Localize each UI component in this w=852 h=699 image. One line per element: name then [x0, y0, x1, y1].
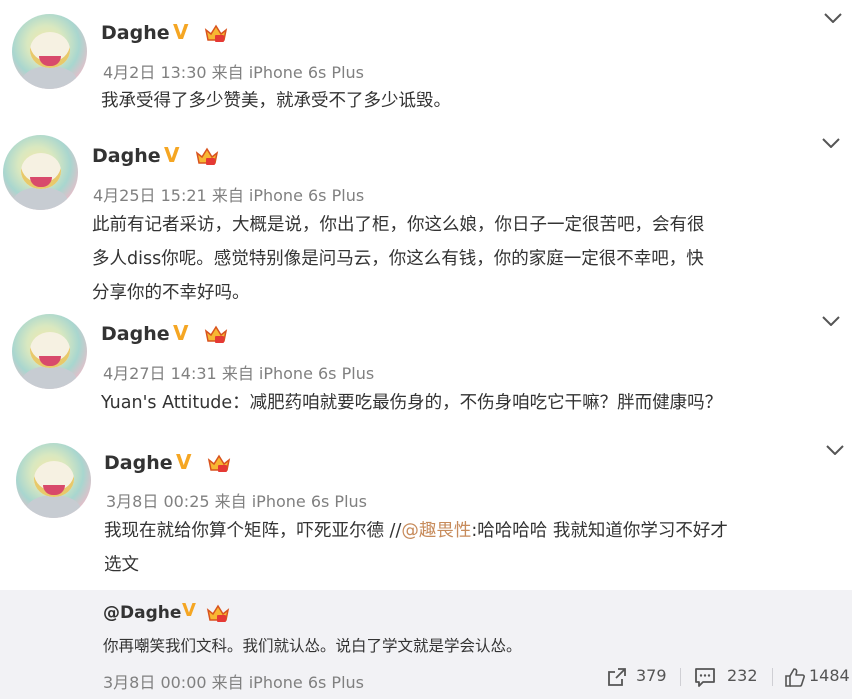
reposted-original: @Daghe V 你再嘲笑我们文科。我们就认怂。说白了学文就是学会认怂。 3月8… [0, 590, 852, 699]
avatar-body [22, 366, 77, 389]
crown-badge-icon[interactable] [205, 602, 231, 624]
share-count[interactable]: 379 [636, 666, 667, 685]
feed-post-4: Daghe V 3月8日 00:25 来自 iPhone 6s Plus 我现在… [0, 435, 852, 590]
like-icon[interactable] [784, 666, 806, 688]
chevron-down-icon[interactable] [826, 445, 844, 455]
verified-icon: V [164, 143, 180, 167]
post-text-suffix: :哈哈哈哈 我就知道你学习不好才 [471, 521, 728, 541]
feed-post-1: Daghe V 4月2日 13:30 来自 iPhone 6s Plus 我承受… [0, 0, 852, 130]
post-meta: 3月8日 00:25 来自 iPhone 6s Plus [106, 492, 367, 511]
post-text-line-2: 选文 [104, 555, 139, 575]
divider [680, 668, 681, 686]
crown-badge-icon[interactable] [203, 323, 229, 345]
share-icon[interactable] [606, 666, 628, 688]
mention-link[interactable]: @趣畏性 [401, 521, 471, 541]
avatar[interactable] [12, 314, 87, 389]
chevron-down-icon[interactable] [822, 316, 840, 326]
user-name[interactable]: Daghe [101, 323, 170, 345]
original-text: 你再嘲笑我们文科。我们就认怂。说白了学文就是学会认怂。 [103, 637, 522, 655]
user-name[interactable]: Daghe [101, 22, 170, 44]
post-text-prefix: 我现在就给你算个矩阵，吓死亚尔德 // [104, 521, 402, 541]
user-name[interactable]: Daghe [104, 452, 173, 474]
comment-icon[interactable] [694, 666, 716, 688]
chevron-down-icon[interactable] [824, 13, 842, 23]
like-count[interactable]: 1484 [809, 666, 850, 685]
post-meta: 4月25日 15:21 来自 iPhone 6s Plus [93, 186, 365, 205]
feed-post-3: Daghe V 4月27日 14:31 来自 iPhone 6s Plus Yu… [0, 310, 852, 435]
crown-badge-icon[interactable] [194, 145, 220, 167]
original-meta: 3月8日 00:00 来自 iPhone 6s Plus [103, 673, 364, 692]
post-text-line-3: 分享你的不幸好吗。 [92, 283, 250, 303]
avatar[interactable] [3, 135, 78, 210]
post-text: 我承受得了多少赞美，就承受不了多少诋毁。 [101, 91, 451, 111]
post-text-line-1: 此前有记者采访，大概是说，你出了柜，你这么娘，你日子一定很苦吧，会有很 [92, 215, 705, 235]
crown-badge-icon[interactable] [206, 452, 232, 474]
avatar-body [26, 495, 81, 518]
feed-post-2: Daghe V 4月25日 15:21 来自 iPhone 6s Plus 此前… [0, 130, 852, 310]
avatar-body [13, 187, 68, 210]
post-text: Yuan's Attitude：减肥药咱就要吃最伤身的，不伤身咱吃它干嘛？胖而健… [101, 393, 723, 413]
chevron-down-icon[interactable] [822, 138, 840, 148]
comment-count[interactable]: 232 [727, 666, 758, 685]
post-meta: 4月27日 14:31 来自 iPhone 6s Plus [103, 364, 375, 383]
user-name[interactable]: Daghe [92, 145, 161, 167]
avatar[interactable] [12, 14, 87, 89]
crown-badge-icon[interactable] [203, 22, 229, 44]
avatar[interactable] [16, 443, 91, 518]
verified-icon: V [173, 321, 189, 345]
post-meta: 4月2日 13:30 来自 iPhone 6s Plus [103, 63, 364, 82]
post-text-line-2: 多人diss你呢。感觉特别像是问马云，你这么有钱，你的家庭一定很不幸吧，快 [92, 249, 704, 269]
original-author[interactable]: @Daghe [103, 603, 181, 623]
verified-icon: V [173, 20, 189, 44]
verified-icon: V [176, 450, 192, 474]
divider [772, 668, 773, 686]
post-text-line-1: 我现在就给你算个矩阵，吓死亚尔德 //@趣畏性:哈哈哈哈 我就知道你学习不好才 [104, 514, 728, 548]
verified-icon: V [182, 600, 196, 621]
avatar-body [22, 66, 77, 89]
